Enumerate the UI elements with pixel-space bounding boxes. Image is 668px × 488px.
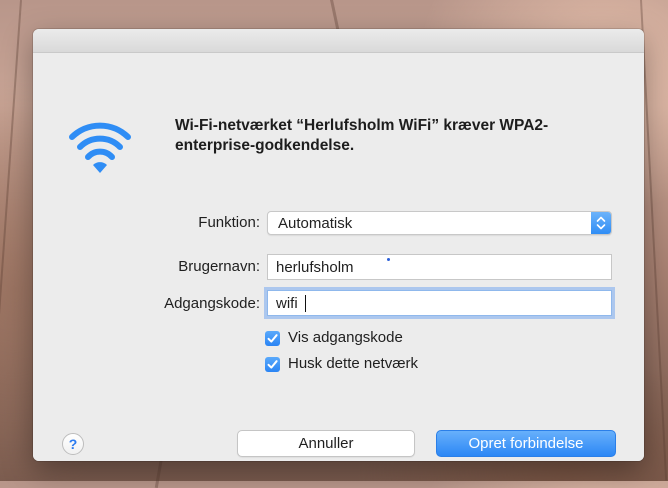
dialog-content: Wi-Fi-netværket “Herlufsholm WiFi” kræve…	[33, 53, 644, 461]
wallpaper-streak	[640, 0, 668, 481]
wifi-auth-dialog: Wi-Fi-netværket “Herlufsholm WiFi” kræve…	[33, 29, 644, 461]
mode-label: Funktion:	[198, 214, 260, 231]
mode-popup[interactable]: Automatisk	[267, 211, 612, 235]
password-field[interactable]	[267, 290, 612, 316]
dialog-titlebar	[33, 29, 644, 53]
wifi-icon	[69, 122, 131, 173]
password-input[interactable]	[268, 291, 611, 315]
field-dot	[387, 258, 390, 261]
username-field[interactable]	[267, 254, 612, 280]
text-caret	[305, 295, 306, 312]
remember-network-label: Husk dette netværk	[288, 355, 419, 372]
connect-button[interactable]: Opret forbindelse	[436, 430, 616, 457]
password-label: Adgangskode:	[164, 295, 260, 312]
desktop: { "dialog": { "message": "Wi-Fi-netværke…	[0, 0, 668, 488]
username-input[interactable]	[268, 255, 611, 279]
wallpaper-streak	[154, 458, 163, 488]
chevron-up-down-icon	[591, 212, 611, 234]
checkmark-icon	[267, 360, 278, 369]
wallpaper-streak	[0, 0, 22, 480]
mode-value: Automatisk	[278, 215, 353, 232]
username-label: Brugernavn:	[178, 258, 260, 275]
show-password-checkbox[interactable]	[265, 331, 280, 346]
cancel-button[interactable]: Annuller	[237, 430, 415, 457]
show-password-label: Vis adgangskode	[288, 329, 403, 346]
dialog-message: Wi-Fi-netværket “Herlufsholm WiFi” kræve…	[175, 117, 549, 154]
help-button[interactable]: ?	[62, 433, 84, 455]
remember-network-checkbox[interactable]	[265, 357, 280, 372]
checkmark-icon	[267, 334, 278, 343]
